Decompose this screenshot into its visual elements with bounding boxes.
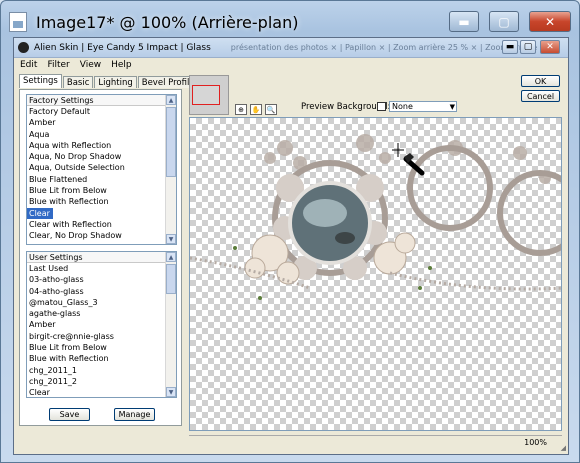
- menu-view[interactable]: View: [80, 60, 101, 70]
- ok-button[interactable]: OK: [521, 75, 560, 87]
- image-window-title: Image17* @ 100% (Arrière-plan): [36, 12, 299, 32]
- hand-tool-icon[interactable]: ✋: [250, 104, 262, 115]
- menu-help[interactable]: Help: [111, 60, 132, 70]
- list-item[interactable]: 03-atho-glass: [27, 274, 176, 285]
- list-item[interactable]: Aqua with Reflection: [27, 140, 176, 151]
- list-item[interactable]: Amber: [27, 117, 176, 128]
- preview-image: [190, 134, 561, 300]
- status-bar: 100%: [189, 435, 562, 448]
- list-item[interactable]: Clear, No Drop Shadow: [27, 230, 176, 241]
- list-item[interactable]: Blue with Reflection: [27, 196, 176, 207]
- list-item[interactable]: chg_2011_1: [27, 365, 176, 376]
- list-item[interactable]: Clear: [27, 387, 176, 397]
- navigate-tool-icon[interactable]: ⊕: [235, 104, 247, 115]
- user-scrollbar[interactable]: ▲ ▼: [165, 252, 176, 397]
- manage-button[interactable]: Manage: [114, 408, 155, 421]
- user-settings-list[interactable]: User Settings Last Used 03-atho-glass 04…: [26, 251, 177, 398]
- close-button[interactable]: ✕: [529, 11, 571, 32]
- preview-background-value: None: [392, 102, 413, 111]
- list-item[interactable]: Aqua, Outside Selection: [27, 162, 176, 173]
- dialog-title: Alien Skin | Eye Candy 5 Impact | Glass: [34, 42, 211, 53]
- preview-toolbar: ⊕ ✋ 🔍 Preview Background: None ▼: [189, 75, 562, 117]
- dialog-minimize-button[interactable]: ▬: [502, 40, 518, 54]
- list-item[interactable]: Clear with Reflection: [27, 219, 176, 230]
- tab-lighting[interactable]: Lighting: [94, 76, 137, 88]
- scroll-thumb[interactable]: [166, 107, 176, 177]
- list-item[interactable]: Blue Flattened: [27, 174, 176, 185]
- chevron-down-icon: ▼: [449, 103, 455, 111]
- list-item[interactable]: Aqua: [27, 129, 176, 140]
- zoom-tool-icon[interactable]: 🔍: [265, 104, 277, 115]
- factory-settings-header: Factory Settings: [27, 95, 176, 106]
- zoom-level: 100%: [524, 438, 547, 447]
- list-item[interactable]: chg_2011_2: [27, 376, 176, 387]
- scroll-down-icon[interactable]: ▼: [166, 387, 176, 397]
- cancel-button[interactable]: Cancel: [521, 90, 560, 102]
- list-item[interactable]: Amber: [27, 319, 176, 330]
- preview-background-select[interactable]: None ▼: [389, 101, 457, 112]
- list-item[interactable]: Aqua, No Drop Shadow: [27, 151, 176, 162]
- minimize-icon: ▬: [458, 14, 470, 29]
- list-item[interactable]: Blue with Reflection: [27, 353, 176, 364]
- settings-tabs: Settings Basic Lighting Bevel Profile: [19, 74, 200, 88]
- image-document-icon: [9, 12, 27, 32]
- tab-settings[interactable]: Settings: [19, 74, 62, 88]
- preview-background-swatch[interactable]: [377, 102, 386, 111]
- preview-area[interactable]: [189, 117, 562, 431]
- menu-bar: Edit Filter View Help: [14, 58, 568, 72]
- maximize-icon: ▢: [498, 14, 510, 29]
- list-item[interactable]: Blue Lit from Below: [27, 342, 176, 353]
- dropper-cursor-icon: [392, 143, 425, 176]
- scroll-down-icon[interactable]: ▼: [166, 234, 176, 244]
- navigation-viewport-box[interactable]: [192, 85, 220, 105]
- alien-skin-logo-icon: [18, 42, 29, 53]
- list-item[interactable]: 04-atho-glass: [27, 286, 176, 297]
- list-item[interactable]: birgit-cre@nnie-glass: [27, 331, 176, 342]
- list-item[interactable]: agathe-glass: [27, 308, 176, 319]
- eye-candy-dialog: Alien Skin | Eye Candy 5 Impact | Glass …: [13, 37, 569, 455]
- resize-grip-icon[interactable]: ◢: [561, 444, 566, 452]
- scroll-thumb[interactable]: [166, 264, 176, 294]
- factory-scrollbar[interactable]: ▲ ▼: [165, 95, 176, 244]
- dialog-titlebar: Alien Skin | Eye Candy 5 Impact | Glass …: [14, 38, 568, 58]
- minimize-button[interactable]: ▬: [449, 11, 479, 32]
- list-item[interactable]: Blue Lit from Below: [27, 185, 176, 196]
- menu-edit[interactable]: Edit: [20, 60, 37, 70]
- menu-filter[interactable]: Filter: [47, 60, 69, 70]
- list-item[interactable]: Last Used: [27, 263, 176, 274]
- close-icon: ✕: [544, 14, 556, 29]
- dialog-close-button[interactable]: ✕: [540, 40, 560, 54]
- scroll-up-icon[interactable]: ▲: [166, 95, 176, 105]
- image-window-titlebar: Image17* @ 100% (Arrière-plan): [9, 4, 298, 40]
- save-button[interactable]: Save: [49, 408, 90, 421]
- factory-settings-list[interactable]: Factory Settings Factory Default Amber A…: [26, 94, 177, 245]
- scroll-up-icon[interactable]: ▲: [166, 252, 176, 262]
- user-settings-header: User Settings: [27, 252, 176, 263]
- list-item-selected[interactable]: Clear: [27, 207, 53, 219]
- image-window: Image17* @ 100% (Arrière-plan) ▬ ▢ ✕ Ali…: [0, 0, 580, 463]
- maximize-button[interactable]: ▢: [489, 11, 519, 32]
- list-item[interactable]: Factory Default: [27, 106, 176, 117]
- list-item[interactable]: @matou_Glass_3: [27, 297, 176, 308]
- navigation-thumbnail[interactable]: [189, 75, 229, 115]
- dialog-maximize-button[interactable]: ▢: [520, 40, 536, 54]
- tab-basic[interactable]: Basic: [62, 76, 94, 88]
- settings-panel: Factory Settings Factory Default Amber A…: [19, 89, 182, 426]
